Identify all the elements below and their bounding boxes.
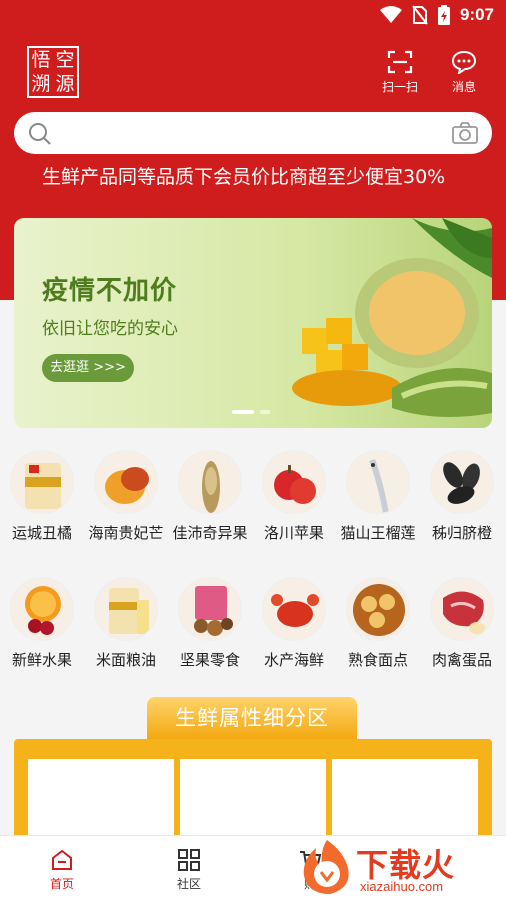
- category-item[interactable]: 肉禽蛋品: [420, 577, 504, 670]
- scan-label: 扫一扫: [381, 80, 418, 94]
- banner-subtitle: 依旧让您吃的安心: [42, 319, 178, 339]
- section-cell[interactable]: [28, 759, 174, 839]
- nuts-icon: [178, 577, 242, 641]
- fruit-icon: [10, 577, 74, 641]
- category-label: 米面粮油: [95, 651, 156, 669]
- fish-icon: [178, 450, 242, 514]
- category-item[interactable]: 熟食面点: [336, 577, 420, 670]
- tab-label: 社区: [176, 877, 201, 891]
- sunflower-seed-icon: [430, 450, 494, 514]
- banner-title: 疫情不加价: [42, 276, 178, 306]
- category-item[interactable]: 运城丑橘: [0, 450, 84, 543]
- watermark: 下载火 xiazaihuo.com: [298, 838, 504, 896]
- flame-logo-icon: [303, 840, 349, 894]
- category-label: 猫山王榴莲: [340, 524, 416, 542]
- section-title: 生鲜属性细分区: [147, 697, 357, 739]
- category-item[interactable]: 米面粮油: [84, 577, 168, 670]
- category-label: 海南贵妃芒: [88, 524, 164, 542]
- camera-icon[interactable]: [452, 122, 478, 144]
- orange-bag-icon: [10, 450, 74, 514]
- banner-button[interactable]: 去逛逛 >>>: [42, 354, 134, 382]
- category-item[interactable]: 水产海鲜: [252, 577, 336, 670]
- logo-char: 源: [55, 73, 75, 95]
- category-label: 运城丑橘: [11, 524, 72, 542]
- hairtail-icon: [346, 450, 410, 514]
- promo-banner[interactable]: 疫情不加价 依旧让您吃的安心 去逛逛 >>>: [14, 218, 492, 428]
- promo-text: 生鲜产品同等品质下会员价比商超至少便宜30%: [42, 166, 446, 188]
- category-row: 运城丑橘 海南贵妃芒 佳沛奇异果 洛川苹果 猫山王榴莲 秭归脐橙: [0, 450, 506, 570]
- wifi-icon: [379, 6, 402, 23]
- search-input[interactable]: [64, 118, 444, 148]
- tab-community[interactable]: 社区: [149, 848, 229, 892]
- message-button[interactable]: 消息: [438, 50, 490, 95]
- scan-icon: [387, 50, 413, 74]
- message-label: 消息: [451, 80, 476, 94]
- crab-icon: [262, 577, 326, 641]
- category-label: 肉禽蛋品: [431, 651, 492, 669]
- oil-icon: [94, 577, 158, 641]
- category-row: 新鲜水果 米面粮油 坚果零食 水产海鲜 熟食面点 肉禽蛋品: [0, 577, 506, 697]
- tab-home[interactable]: 首页: [22, 848, 102, 892]
- logo-char: 溯: [31, 73, 51, 95]
- status-time: 9:07: [459, 5, 494, 24]
- section-cell[interactable]: [332, 759, 478, 839]
- chat-bubble-icon: [451, 50, 477, 74]
- category-item[interactable]: 佳沛奇异果: [168, 450, 252, 543]
- no-sim-icon: [412, 5, 428, 25]
- grid-icon: [178, 849, 200, 871]
- battery-icon: [437, 5, 450, 25]
- fruit-illustration: [292, 218, 492, 417]
- category-label: 水产海鲜: [263, 651, 324, 669]
- apple-icon: [262, 450, 326, 514]
- category-item[interactable]: 洛川苹果: [252, 450, 336, 543]
- home-icon: [52, 849, 72, 870]
- category-item[interactable]: 坚果零食: [168, 577, 252, 670]
- category-label: 熟食面点: [347, 651, 408, 669]
- mango-icon: [94, 450, 158, 514]
- category-item[interactable]: 猫山王榴莲: [336, 450, 420, 543]
- banner-pagination: [232, 410, 270, 414]
- category-label: 新鲜水果: [11, 651, 72, 669]
- scan-button[interactable]: 扫一扫: [374, 50, 426, 95]
- logo-char: 悟: [31, 49, 51, 71]
- category-label: 洛川苹果: [263, 524, 324, 542]
- pagination-dot: [260, 410, 270, 414]
- section-panel: [14, 739, 492, 849]
- logo-char: 空: [55, 49, 75, 71]
- category-label: 佳沛奇异果: [172, 524, 248, 542]
- pagination-dot-active: [232, 410, 254, 414]
- status-bar: 9:07: [0, 0, 506, 34]
- category-item[interactable]: 新鲜水果: [0, 577, 84, 670]
- section-cell[interactable]: [180, 759, 326, 839]
- category-label: 秭归脐橙: [431, 524, 492, 542]
- dumpling-icon: [346, 577, 410, 641]
- category-label: 坚果零食: [179, 651, 240, 669]
- tab-label: 首页: [49, 877, 74, 891]
- app-logo: 悟 空 溯 源: [27, 46, 79, 98]
- category-item[interactable]: 秭归脐橙: [420, 450, 504, 543]
- search-bar[interactable]: [14, 112, 492, 154]
- search-icon[interactable]: [28, 122, 52, 146]
- category-item[interactable]: 海南贵妃芒: [84, 450, 168, 543]
- meat-icon: [430, 577, 494, 641]
- watermark-url: xiazaihuo.com: [360, 879, 444, 894]
